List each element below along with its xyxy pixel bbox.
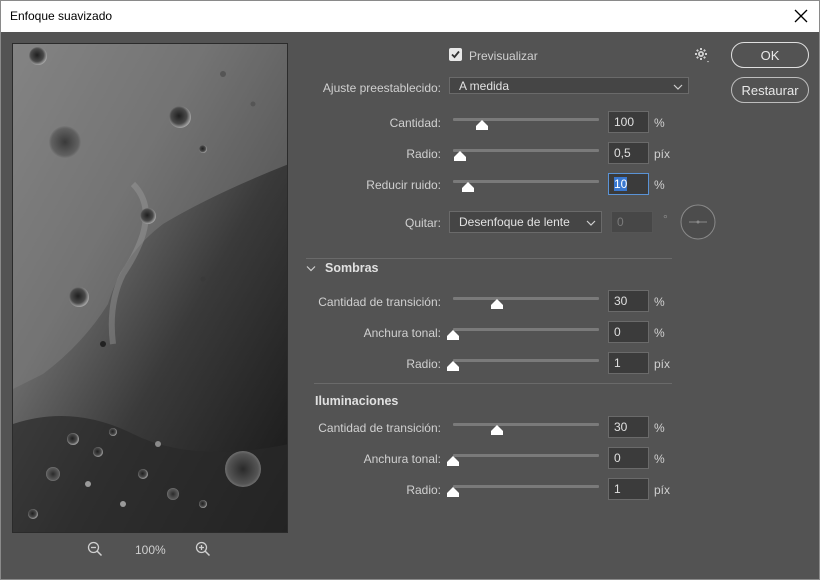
- radius-input[interactable]: 0,5: [608, 142, 649, 164]
- window-title: Enfoque suavizado: [10, 9, 113, 23]
- reset-button[interactable]: Restaurar: [731, 77, 809, 103]
- highlights-radius-unit: píx: [654, 483, 671, 497]
- highlights-fade-label: Cantidad de transición:: [318, 421, 441, 435]
- zoom-out-button[interactable]: [87, 541, 105, 559]
- highlights-title: Iluminaciones: [315, 394, 399, 408]
- highlights-tonal-unit: %: [654, 452, 665, 466]
- gear-icon: [695, 48, 709, 63]
- shadows-collapse-toggle[interactable]: [306, 262, 318, 274]
- angle-unit: °: [663, 212, 668, 226]
- zoom-out-icon: [87, 541, 103, 557]
- amount-unit: %: [654, 116, 665, 130]
- shadows-fade-unit: %: [654, 295, 665, 309]
- shadows-fade-slider[interactable]: [453, 292, 599, 309]
- shadows-radius-slider[interactable]: [447, 354, 599, 371]
- highlights-tonal-slider[interactable]: [447, 449, 599, 466]
- angle-dial-icon: [680, 204, 716, 240]
- shadows-tonal-slider[interactable]: [447, 323, 599, 340]
- noise-label: Reducir ruido:: [366, 178, 441, 192]
- divider: [314, 383, 672, 384]
- angle-dial[interactable]: [680, 204, 716, 240]
- preview-checkbox[interactable]: [449, 48, 462, 61]
- zoom-in-button[interactable]: [195, 541, 213, 559]
- close-button[interactable]: [789, 5, 813, 27]
- zoom-controls: 100%: [87, 541, 217, 559]
- preview-image[interactable]: [12, 43, 288, 533]
- highlights-fade-slider[interactable]: [453, 418, 599, 435]
- highlights-tonal-input[interactable]: 0: [608, 447, 649, 469]
- remove-select[interactable]: Desenfoque de lente: [449, 211, 602, 233]
- dialog-window: Enfoque suavizado 100% Previsualizar OK …: [0, 0, 820, 580]
- amount-input[interactable]: 100: [608, 111, 649, 133]
- radius-slider[interactable]: [453, 144, 599, 161]
- divider: [306, 258, 672, 259]
- remove-label: Quitar:: [404, 216, 441, 230]
- chevron-down-icon: [673, 80, 683, 94]
- shadows-fade-input[interactable]: 30: [608, 290, 649, 312]
- highlights-tonal-label: Anchura tonal:: [363, 452, 441, 466]
- chevron-down-icon: [306, 266, 316, 272]
- moon-surface-image: [13, 44, 287, 532]
- radius-unit: píx: [654, 147, 671, 161]
- shadows-radius-unit: píx: [654, 357, 671, 371]
- angle-input[interactable]: 0: [611, 211, 653, 233]
- amount-label: Cantidad:: [389, 116, 441, 130]
- highlights-fade-input[interactable]: 30: [608, 416, 649, 438]
- highlights-fade-unit: %: [654, 421, 665, 435]
- settings-menu-button[interactable]: [693, 46, 711, 64]
- title-bar: Enfoque suavizado: [1, 1, 819, 32]
- ok-button[interactable]: OK: [731, 42, 809, 68]
- amount-slider[interactable]: [453, 113, 599, 130]
- shadows-tonal-input[interactable]: 0: [608, 321, 649, 343]
- close-icon: [794, 9, 808, 23]
- preset-select[interactable]: A medida: [449, 77, 689, 94]
- highlights-radius-label: Radio:: [406, 483, 441, 497]
- shadows-radius-input[interactable]: 1: [608, 352, 649, 374]
- noise-slider[interactable]: [453, 175, 599, 192]
- highlights-radius-slider[interactable]: [447, 480, 599, 497]
- preview-label: Previsualizar: [469, 49, 538, 63]
- noise-input[interactable]: 10: [608, 173, 649, 195]
- noise-unit: %: [654, 178, 665, 192]
- remove-value: Desenfoque de lente: [459, 215, 570, 229]
- shadows-fade-label: Cantidad de transición:: [318, 295, 441, 309]
- highlights-radius-input[interactable]: 1: [608, 478, 649, 500]
- shadows-title: Sombras: [325, 261, 379, 275]
- zoom-level: 100%: [135, 543, 166, 557]
- preset-value: A medida: [459, 79, 510, 93]
- shadows-tonal-label: Anchura tonal:: [363, 326, 441, 340]
- chevron-down-icon: [586, 216, 596, 230]
- checkmark-icon: [451, 50, 460, 59]
- zoom-in-icon: [195, 541, 211, 557]
- radius-label: Radio:: [406, 147, 441, 161]
- shadows-radius-label: Radio:: [406, 357, 441, 371]
- shadows-tonal-unit: %: [654, 326, 665, 340]
- preset-label: Ajuste preestablecido:: [322, 81, 441, 95]
